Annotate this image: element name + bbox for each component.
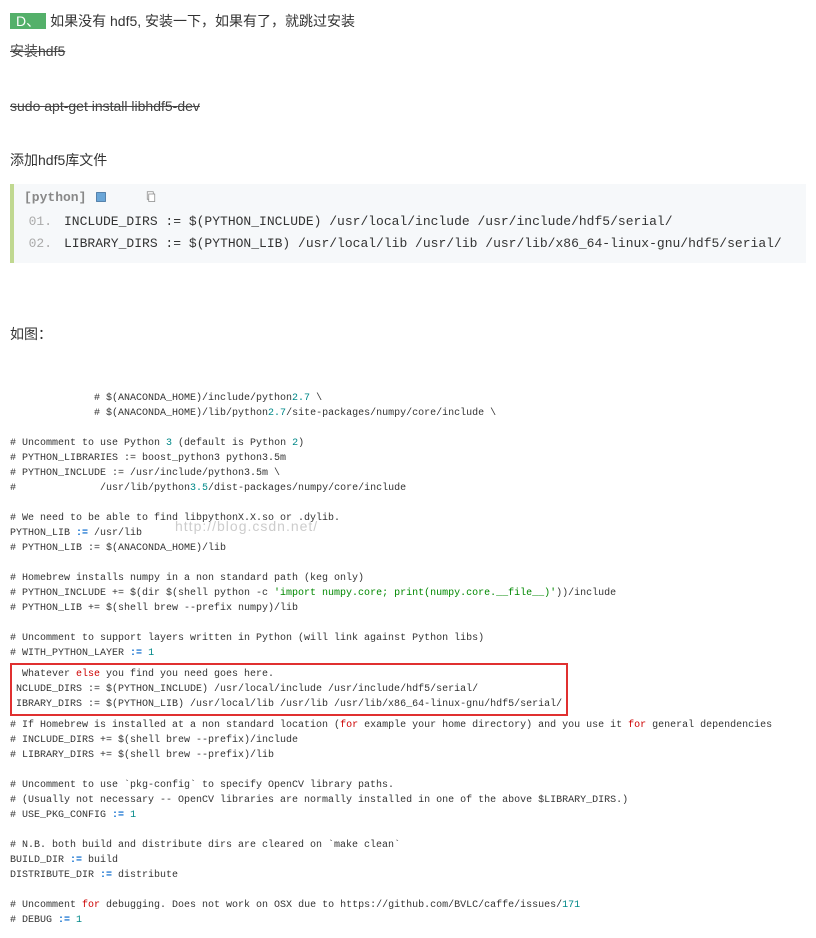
code-line: 02.LIBRARY_DIRS := $(PYTHON_LIB) /usr/lo… [24,233,796,255]
hdf5-step-text: 如果没有 hdf5, 安装一下，如果有了，就跳过安装 [50,13,355,29]
install-hdf5-cmd: sudo apt-get install libhdf5-dev [10,95,806,117]
code-block: [python] 01.INCLUDE_DIRS := $(PYTHON_INC… [10,184,806,263]
code-body: 01.INCLUDE_DIRS := $(PYTHON_INCLUDE) /us… [14,211,806,263]
code-line: 01.INCLUDE_DIRS := $(PYTHON_INCLUDE) /us… [24,211,796,233]
as-image-label: 如图： [10,323,806,345]
step-badge-d: D、 [10,13,46,29]
code-lang-label: [python] [24,190,86,205]
spacer [10,299,806,323]
code-text[interactable]: INCLUDE_DIRS := $(PYTHON_INCLUDE) /usr/l… [64,211,673,233]
code-text[interactable]: LIBRARY_DIRS := $(PYTHON_LIB) /usr/local… [64,233,782,255]
copy-icon[interactable] [144,190,158,204]
highlighted-config-box: Whatever else you find you need goes her… [10,663,568,716]
spacer [10,71,806,95]
code-header: [python] [14,184,806,211]
view-plain-icon[interactable] [94,190,108,204]
hdf5-step-note: D、如果没有 hdf5, 安装一下，如果有了，就跳过安装 [10,10,806,32]
add-hdf5-lib-heading: 添加hdf5库文件 [10,149,806,171]
install-hdf5-heading: 安装hdf5 [10,40,806,62]
makefile-config-preview: http://blog.csdn.net/ # $(ANACONDA_HOME)… [10,361,806,928]
spacer [10,125,806,149]
spacer [10,275,806,299]
